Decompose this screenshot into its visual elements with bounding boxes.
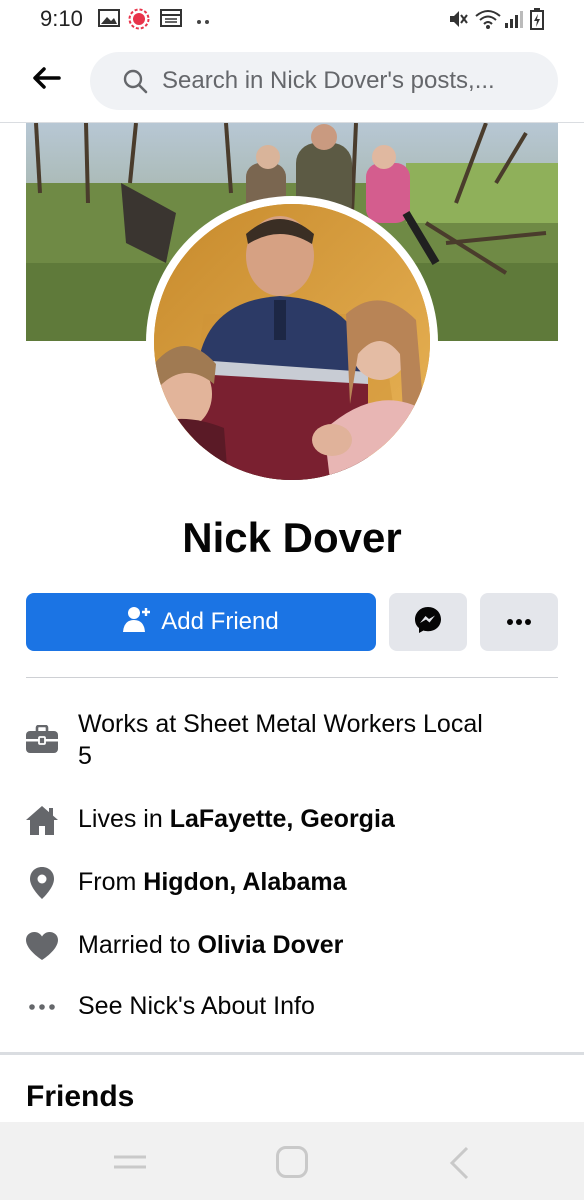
- search-icon: [122, 68, 148, 99]
- search-input[interactable]: Search in Nick Dover's posts,...: [90, 52, 558, 110]
- system-back-button[interactable]: [448, 1146, 470, 1185]
- status-time: 9:10: [40, 6, 83, 31]
- battery-icon: [530, 8, 544, 35]
- more-notifications-icon: [196, 12, 210, 30]
- intro-lives-place[interactable]: LaFayette, Georgia: [170, 805, 395, 833]
- recents-button[interactable]: [112, 1154, 148, 1175]
- intro-from-place[interactable]: Higdon, Alabama: [143, 868, 346, 896]
- intro-lives-text: Lives in LaFayette, Georgia: [78, 803, 395, 835]
- location-pin-icon: [24, 865, 60, 901]
- intro-married[interactable]: Married to Olivia Dover: [0, 928, 584, 964]
- add-friend-button[interactable]: Add Friend: [26, 593, 376, 651]
- profile-picture[interactable]: [154, 204, 430, 480]
- add-friend-icon: [123, 606, 151, 639]
- section-divider: [0, 1052, 584, 1055]
- more-dots-icon: [24, 989, 60, 1025]
- intro-from-prefix: From: [78, 868, 144, 896]
- more-horizontal-icon: [506, 613, 532, 631]
- intro-see-about[interactable]: See Nick's About Info: [0, 989, 584, 1025]
- actions-divider: [26, 677, 558, 678]
- notification-icon: [128, 8, 150, 35]
- intro-work-line1: Works at Sheet Metal Workers Local: [78, 710, 483, 738]
- status-bar: 9:10: [0, 0, 584, 40]
- home-icon: [24, 802, 60, 838]
- intro-from-text: From Higdon, Alabama: [78, 866, 347, 898]
- home-button[interactable]: [276, 1146, 308, 1178]
- intro-married-text: Married to Olivia Dover: [78, 929, 343, 961]
- profile-name: Nick Dover: [182, 514, 402, 561]
- back-arrow-icon: [31, 66, 61, 95]
- heart-icon: [24, 928, 60, 964]
- intro-work[interactable]: Works at Sheet Metal Workers Local 5: [0, 708, 584, 774]
- messenger-icon: [413, 605, 443, 640]
- see-about-info-link[interactable]: See Nick's About Info: [78, 990, 315, 1022]
- intro-lives-prefix: Lives in: [78, 805, 170, 833]
- top-search-row: Search in Nick Dover's posts,...: [0, 50, 584, 112]
- intro-from[interactable]: From Higdon, Alabama: [0, 865, 584, 901]
- search-placeholder: Search in Nick Dover's posts,...: [162, 67, 495, 94]
- system-nav-bar: [0, 1122, 584, 1200]
- more-options-button[interactable]: [480, 593, 558, 651]
- intro-married-prefix: Married to: [78, 931, 198, 959]
- message-button[interactable]: [389, 593, 467, 651]
- mute-icon: [448, 8, 468, 35]
- gallery-icon: [98, 8, 120, 33]
- wifi-icon: [474, 8, 502, 35]
- back-button[interactable]: [26, 62, 66, 98]
- signal-icon: [504, 8, 524, 35]
- intro-work-line2: 5: [78, 742, 92, 770]
- friends-section-title: Friends: [26, 1080, 135, 1113]
- intro-lives[interactable]: Lives in LaFayette, Georgia: [0, 802, 584, 838]
- add-friend-label: Add Friend: [161, 608, 279, 635]
- calendar-icon: [160, 8, 182, 33]
- briefcase-icon: [24, 722, 60, 758]
- intro-married-spouse[interactable]: Olivia Dover: [197, 931, 343, 959]
- profile-picture-frame[interactable]: [146, 196, 438, 488]
